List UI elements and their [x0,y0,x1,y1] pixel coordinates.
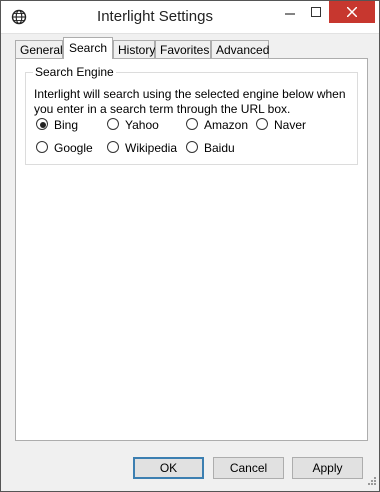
apply-button[interactable]: Apply [292,457,363,479]
radio-circle [107,118,119,130]
close-icon [347,7,357,17]
settings-window: Interlight Settings General Search Histo… [0,0,380,492]
radio-circle [186,118,198,130]
window-title: Interlight Settings [97,8,213,25]
radio-label: Google [54,141,93,155]
radio-circle [36,118,48,130]
minimize-icon [285,13,295,15]
maximize-icon [311,7,321,17]
search-engine-group: Search Engine Interlight will search usi… [25,65,358,165]
group-title: Search Engine [33,65,116,79]
search-engine-description: Interlight will search using the selecte… [34,87,346,116]
title-bar[interactable]: Interlight Settings [1,1,379,34]
ok-button[interactable]: OK [133,457,204,479]
radio-circle [107,141,119,153]
cancel-button[interactable]: Cancel [213,457,284,479]
tab-history[interactable]: History [113,40,155,58]
minimize-button[interactable] [277,1,303,23]
resize-grip-icon[interactable] [367,475,377,489]
radio-circle [186,141,198,153]
tab-general[interactable]: General [15,40,63,58]
tab-search[interactable]: Search [63,37,113,59]
radio-label: Baidu [204,141,235,155]
radio-circle [256,118,268,130]
search-tab-panel: Search Engine Interlight will search usi… [15,58,368,441]
radio-label: Bing [54,118,79,132]
globe-icon [11,9,27,25]
close-button[interactable] [329,1,375,23]
maximize-button[interactable] [303,1,329,23]
tab-favorites[interactable]: Favorites [155,40,211,58]
radio-label: Wikipedia [125,141,178,155]
tab-advanced[interactable]: Advanced [211,40,269,58]
radio-circle [36,141,48,153]
radio-selected-dot [40,122,46,128]
radio-label: Amazon [204,118,249,132]
radio-label: Naver [274,118,307,132]
radio-label: Yahoo [125,118,159,132]
